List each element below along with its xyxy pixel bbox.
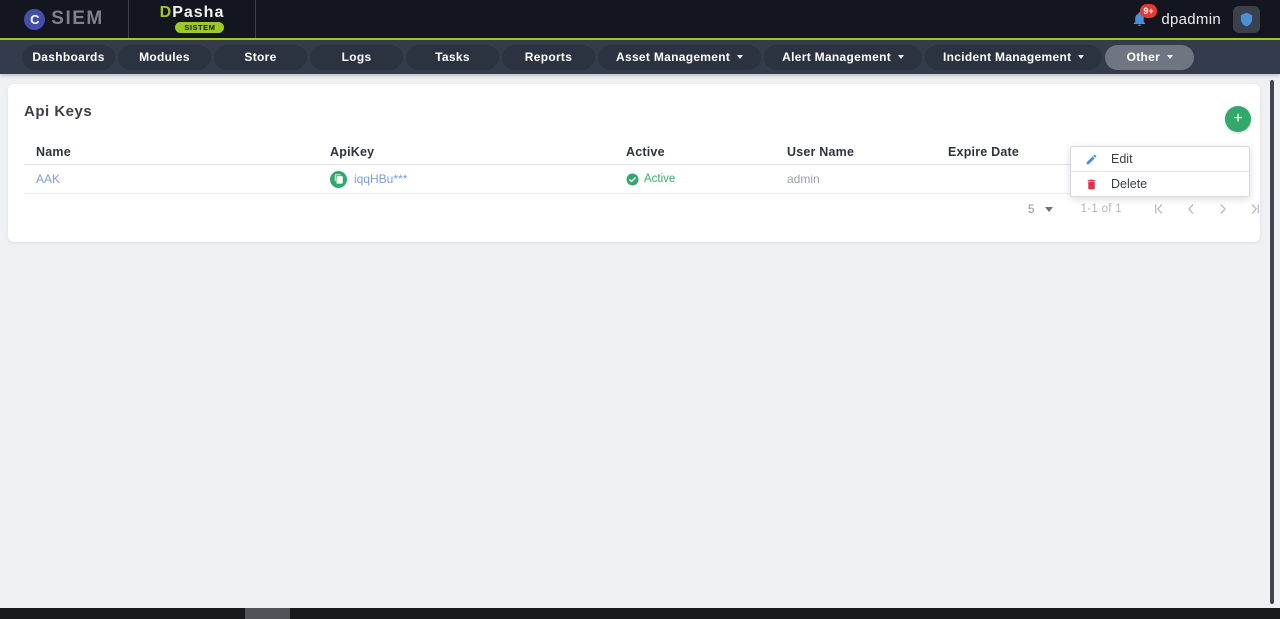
previous-page-button[interactable] (1182, 200, 1200, 218)
first-page-icon (1150, 200, 1168, 218)
cell-name-link[interactable]: AAK (24, 172, 318, 186)
shield-icon (1239, 12, 1254, 27)
chevron-down-icon (1167, 55, 1173, 59)
nav-modules-label: Modules (139, 50, 190, 64)
column-header-user-name: User Name (775, 145, 936, 159)
nav-asset-management-label: Asset Management (616, 50, 730, 64)
dpasha-sistem-badge: SISTEM (175, 22, 224, 33)
notification-count-badge: 9+ (1140, 4, 1156, 18)
delete-trash-icon (1085, 178, 1098, 191)
table-pagination: 5 1-1 of 1 (1028, 198, 1264, 220)
row-actions-context-menu: Edit Delete (1070, 146, 1250, 197)
page-size-selector[interactable]: 5 (1028, 202, 1053, 216)
menu-item-edit[interactable]: Edit (1071, 147, 1249, 171)
nav-incident-management[interactable]: Incident Management (925, 45, 1102, 70)
nav-reports-label: Reports (525, 50, 572, 64)
dpasha-logo-inner: DPasha SISTEM (160, 5, 225, 33)
username-label: dpadmin (1161, 11, 1221, 28)
nav-store[interactable]: Store (214, 45, 307, 70)
cell-active-status: Active (614, 173, 775, 186)
edit-pencil-icon (1085, 153, 1098, 166)
cell-user-name: admin (775, 172, 936, 186)
plus-icon: + (1233, 111, 1242, 127)
nav-incident-management-label: Incident Management (943, 50, 1071, 64)
nav-tasks-label: Tasks (435, 50, 470, 64)
nav-other[interactable]: Other (1105, 45, 1194, 70)
nav-logs-label: Logs (342, 50, 372, 64)
page-title: Api Keys (24, 103, 92, 120)
chevron-down-icon (1045, 207, 1053, 212)
dpasha-logo-rest: Pasha (172, 4, 224, 21)
siem-logo-text: SIEM (51, 8, 103, 30)
last-page-icon (1246, 200, 1264, 218)
next-page-button[interactable] (1214, 200, 1232, 218)
nav-store-label: Store (244, 50, 276, 64)
api-keys-table: Name ApiKey Active User Name Expire Date… (24, 140, 1244, 194)
apikey-masked-value[interactable]: iqqHBu*** (354, 172, 407, 186)
nav-logs[interactable]: Logs (310, 45, 403, 70)
status-badge: Active (644, 173, 675, 185)
chevron-down-icon (737, 55, 743, 59)
menu-item-delete-label: Delete (1111, 177, 1147, 191)
copy-icon (334, 174, 344, 184)
pagination-range-label: 1-1 of 1 (1081, 203, 1122, 215)
column-header-active: Active (614, 145, 775, 159)
chevron-left-icon (1182, 200, 1200, 218)
nav-reports[interactable]: Reports (502, 45, 595, 70)
column-header-name: Name (24, 145, 318, 159)
nav-modules[interactable]: Modules (118, 45, 211, 70)
last-page-button[interactable] (1246, 200, 1264, 218)
chevron-down-icon (1078, 55, 1084, 59)
table-header-row: Name ApiKey Active User Name Expire Date (24, 140, 1244, 165)
dpasha-logo-d: D (160, 4, 173, 21)
nav-alert-management[interactable]: Alert Management (764, 45, 922, 70)
bottom-bar (0, 608, 1280, 619)
profile-shield-button[interactable] (1233, 6, 1260, 33)
check-circle-icon (626, 173, 639, 186)
nav-asset-management[interactable]: Asset Management (598, 45, 761, 70)
dpasha-logo-text: DPasha (160, 5, 225, 20)
cell-apikey: iqqHBu*** (318, 171, 614, 188)
dpasha-logo: DPasha SISTEM (128, 0, 256, 38)
siem-logo-c-icon: C (24, 9, 45, 30)
topbar-right-cluster: 9+ dpadmin (1131, 6, 1260, 33)
chevron-down-icon (898, 55, 904, 59)
siem-logo: C SIEM (0, 0, 128, 38)
nav-dashboards[interactable]: Dashboards (22, 45, 115, 70)
nav-other-label: Other (1127, 50, 1161, 64)
notifications-button[interactable]: 9+ (1131, 10, 1149, 28)
vertical-scrollbar-thumb[interactable] (1270, 80, 1274, 604)
first-page-button[interactable] (1150, 200, 1168, 218)
copy-apikey-button[interactable] (330, 171, 347, 188)
nav-dashboards-label: Dashboards (32, 50, 104, 64)
menu-item-edit-label: Edit (1111, 152, 1133, 166)
add-api-key-button[interactable]: + (1225, 106, 1251, 132)
nav-tasks[interactable]: Tasks (406, 45, 499, 70)
nav-alert-management-label: Alert Management (782, 50, 891, 64)
column-header-apikey: ApiKey (318, 145, 614, 159)
bottom-bar-segment (245, 608, 290, 619)
pager-buttons (1150, 200, 1264, 218)
table-row: AAK iqqHBu*** Active admin (24, 165, 1244, 194)
menu-item-delete[interactable]: Delete (1071, 172, 1249, 196)
chevron-right-icon (1214, 200, 1232, 218)
main-navbar: Dashboards Modules Store Logs Tasks Repo… (0, 40, 1280, 74)
page-size-value: 5 (1028, 202, 1035, 216)
top-header-bar: C SIEM DPasha SISTEM 9+ dpadmin (0, 0, 1280, 40)
